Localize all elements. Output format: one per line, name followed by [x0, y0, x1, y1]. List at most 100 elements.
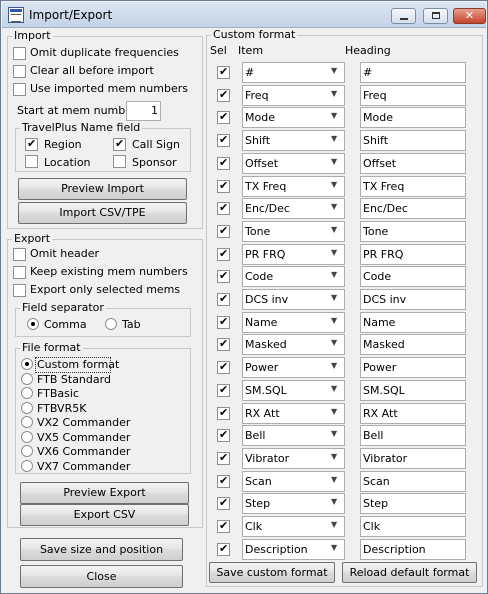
- dropdown-arrow-icon[interactable]: [327, 358, 344, 377]
- dropdown-arrow-icon[interactable]: [327, 154, 344, 173]
- format-radio-vx6[interactable]: [21, 445, 33, 457]
- dropdown-arrow-icon[interactable]: [327, 267, 344, 286]
- sel-checkbox[interactable]: [217, 315, 230, 329]
- heading-input[interactable]: Mode: [360, 107, 466, 128]
- item-combobox[interactable]: Masked: [242, 334, 345, 355]
- dropdown-arrow-icon[interactable]: [327, 404, 344, 423]
- sel-checkbox[interactable]: [217, 156, 230, 170]
- region-checkbox[interactable]: [25, 137, 38, 151]
- dropdown-arrow-icon[interactable]: [327, 335, 344, 354]
- sel-checkbox[interactable]: [217, 65, 230, 79]
- dropdown-arrow-icon[interactable]: [327, 108, 344, 127]
- item-combobox[interactable]: Bell: [242, 425, 345, 446]
- sel-checkbox[interactable]: [217, 428, 230, 442]
- heading-input[interactable]: Masked: [360, 334, 466, 355]
- item-combobox[interactable]: Description: [242, 539, 345, 560]
- dropdown-arrow-icon[interactable]: [327, 494, 344, 513]
- item-combobox[interactable]: SM.SQL: [242, 380, 345, 401]
- heading-input[interactable]: Code: [360, 266, 466, 287]
- heading-input[interactable]: Enc/Dec: [360, 198, 466, 219]
- item-combobox[interactable]: Vibrator: [242, 448, 345, 469]
- sel-checkbox[interactable]: [217, 496, 230, 510]
- item-combobox[interactable]: Mode: [242, 107, 345, 128]
- sel-checkbox[interactable]: [217, 224, 230, 238]
- item-combobox[interactable]: Tone: [242, 221, 345, 242]
- heading-input[interactable]: SM.SQL: [360, 380, 466, 401]
- heading-input[interactable]: #: [360, 62, 466, 83]
- item-combobox[interactable]: Freq: [242, 85, 345, 106]
- reload-default-format-button[interactable]: Reload default format: [342, 562, 477, 583]
- item-combobox[interactable]: Offset: [242, 153, 345, 174]
- dropdown-arrow-icon[interactable]: [327, 517, 344, 536]
- format-radio-ftb-standard[interactable]: [21, 373, 33, 385]
- sel-checkbox[interactable]: [217, 451, 230, 465]
- item-combobox[interactable]: Scan: [242, 471, 345, 492]
- save-size-button[interactable]: Save size and position: [20, 538, 183, 561]
- heading-input[interactable]: Step: [360, 493, 466, 514]
- close-window-button[interactable]: ✕: [453, 8, 486, 24]
- tab-radio[interactable]: [105, 318, 117, 330]
- item-combobox[interactable]: Step: [242, 493, 345, 514]
- omit-header-checkbox[interactable]: [13, 248, 26, 261]
- dropdown-arrow-icon[interactable]: [327, 199, 344, 218]
- heading-input[interactable]: TX Freq: [360, 176, 466, 197]
- sel-checkbox[interactable]: [217, 292, 230, 306]
- item-combobox[interactable]: Code: [242, 266, 345, 287]
- sel-checkbox[interactable]: [217, 519, 230, 533]
- dropdown-arrow-icon[interactable]: [327, 540, 344, 559]
- dropdown-arrow-icon[interactable]: [327, 381, 344, 400]
- heading-input[interactable]: DCS inv: [360, 289, 466, 310]
- heading-input[interactable]: Freq: [360, 85, 466, 106]
- dropdown-arrow-icon[interactable]: [327, 472, 344, 491]
- format-radio-custom[interactable]: [21, 358, 33, 370]
- format-radio-ftbvr5k[interactable]: [21, 402, 33, 414]
- sel-checkbox[interactable]: [217, 179, 230, 193]
- dropdown-arrow-icon[interactable]: [327, 426, 344, 445]
- sel-checkbox[interactable]: [217, 88, 230, 102]
- use-imported-mem-checkbox[interactable]: [13, 83, 26, 96]
- comma-radio[interactable]: [27, 318, 39, 330]
- start-mem-input[interactable]: 1: [126, 101, 161, 121]
- heading-input[interactable]: Bell: [360, 425, 466, 446]
- sel-checkbox[interactable]: [217, 133, 230, 147]
- sel-checkbox[interactable]: [217, 110, 230, 124]
- item-combobox[interactable]: Shift: [242, 130, 345, 151]
- export-csv-button[interactable]: Export CSV: [20, 504, 189, 526]
- dropdown-arrow-icon[interactable]: [327, 63, 344, 82]
- dropdown-arrow-icon[interactable]: [327, 245, 344, 264]
- sel-checkbox[interactable]: [217, 360, 230, 374]
- close-button[interactable]: Close: [20, 565, 183, 588]
- heading-input[interactable]: Clk: [360, 516, 466, 537]
- dropdown-arrow-icon[interactable]: [327, 290, 344, 309]
- sel-checkbox[interactable]: [217, 406, 230, 420]
- sel-checkbox[interactable]: [217, 474, 230, 488]
- item-combobox[interactable]: Clk: [242, 516, 345, 537]
- item-combobox[interactable]: DCS inv: [242, 289, 345, 310]
- heading-input[interactable]: Power: [360, 357, 466, 378]
- item-combobox[interactable]: Power: [242, 357, 345, 378]
- dropdown-arrow-icon[interactable]: [327, 131, 344, 150]
- sponsor-checkbox[interactable]: [113, 155, 126, 168]
- dropdown-arrow-icon[interactable]: [327, 222, 344, 241]
- clear-all-checkbox[interactable]: [13, 65, 26, 78]
- item-combobox[interactable]: Enc/Dec: [242, 198, 345, 219]
- import-csv-button[interactable]: Import CSV/TPE: [18, 202, 187, 224]
- heading-input[interactable]: PR FRQ: [360, 244, 466, 265]
- heading-input[interactable]: Vibrator: [360, 448, 466, 469]
- format-radio-ftbasic[interactable]: [21, 387, 33, 399]
- heading-input[interactable]: Scan: [360, 471, 466, 492]
- heading-input[interactable]: Offset: [360, 153, 466, 174]
- minimize-button[interactable]: [391, 8, 416, 24]
- heading-input[interactable]: Description: [360, 539, 466, 560]
- sel-checkbox[interactable]: [217, 383, 230, 397]
- format-radio-vx2[interactable]: [21, 416, 33, 428]
- location-checkbox[interactable]: [25, 155, 38, 168]
- dropdown-arrow-icon[interactable]: [327, 177, 344, 196]
- sel-checkbox[interactable]: [217, 201, 230, 215]
- heading-input[interactable]: Tone: [360, 221, 466, 242]
- export-selected-checkbox[interactable]: [13, 284, 26, 297]
- call-sign-checkbox[interactable]: [113, 137, 126, 151]
- sel-checkbox[interactable]: [217, 269, 230, 283]
- item-combobox[interactable]: TX Freq: [242, 176, 345, 197]
- format-radio-vx5[interactable]: [21, 431, 33, 443]
